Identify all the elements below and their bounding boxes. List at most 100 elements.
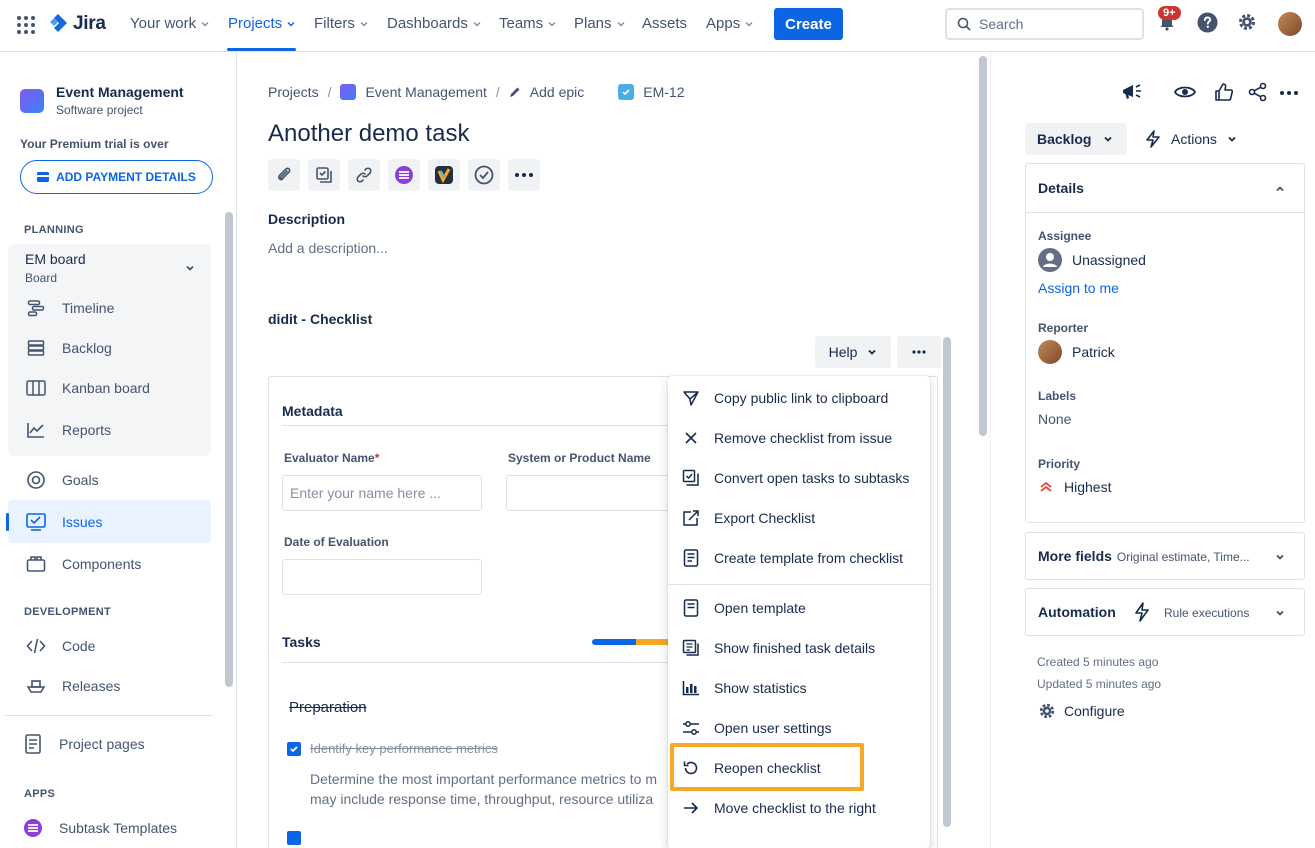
menu-open-user-settings[interactable]: Open user settings	[668, 708, 930, 748]
details-heading[interactable]: Details	[1038, 180, 1084, 196]
like-thumbs-up-icon[interactable]	[1214, 82, 1234, 102]
sidebar-item-project-pages[interactable]: Project pages	[22, 732, 145, 756]
task-title[interactable]: Identify key performance metrics	[310, 741, 498, 756]
checklist-button[interactable]	[468, 159, 500, 191]
nav-apps[interactable]: Apps	[706, 15, 754, 32]
reporter-avatar	[1038, 340, 1062, 364]
menu-convert-subtasks[interactable]: Convert open tasks to subtasks	[668, 458, 930, 498]
priority-highest-icon	[1040, 481, 1052, 492]
sidebar-item-label: Backlog	[62, 340, 112, 356]
automation-label: Automation	[1038, 604, 1116, 620]
nav-your-work[interactable]: Your work	[130, 15, 210, 32]
link-issue-button[interactable]	[348, 159, 380, 191]
menu-copy-public-link[interactable]: Copy public link to clipboard	[668, 378, 930, 418]
task-checkbox[interactable]	[287, 831, 301, 845]
board-title[interactable]: EM board	[25, 251, 86, 267]
more-dots-icon[interactable]	[1280, 91, 1298, 95]
checklist-scrollbar[interactable]	[943, 337, 951, 827]
search-input[interactable]: Search	[945, 8, 1144, 40]
subtask-templates-button[interactable]	[388, 159, 420, 191]
add-child-issue-button[interactable]	[308, 159, 340, 191]
sidebar-item-subtask-templates[interactable]: Subtask Templates	[22, 816, 177, 840]
assignee-value: Unassigned	[1072, 252, 1146, 268]
didit-app-button[interactable]	[428, 159, 460, 191]
labels-value[interactable]: None	[1038, 411, 1071, 427]
sidebar-item-backlog[interactable]: Backlog	[25, 336, 112, 360]
reporter-value: Patrick	[1072, 344, 1115, 360]
more-actions-button[interactable]	[508, 159, 540, 191]
help-icon[interactable]	[1197, 12, 1218, 33]
automation-card[interactable]: Automation Rule executions	[1025, 588, 1305, 636]
chevron-down-icon	[287, 21, 295, 27]
project-header[interactable]: Event Management Software project	[20, 84, 184, 117]
nav-assets[interactable]: Assets	[642, 15, 687, 32]
chevron-down-icon	[1274, 551, 1286, 563]
sidebar-item-issues[interactable]: Issues	[25, 510, 102, 534]
highlight-box	[670, 743, 864, 791]
sidebar-scrollbar[interactable]	[225, 212, 233, 687]
breadcrumb-add-epic[interactable]: Add epic	[530, 84, 584, 100]
sidebar-item-components[interactable]: Components	[25, 552, 141, 576]
sidebar-item-reports[interactable]: Reports	[25, 418, 111, 442]
section-preparation[interactable]: Preparation	[289, 699, 367, 716]
main-scrollbar[interactable]	[979, 56, 987, 436]
more-fields-sub: Original estimate, Time...	[1116, 550, 1250, 564]
evaluator-name-input[interactable]: Enter your name here ...	[282, 475, 482, 511]
menu-open-template[interactable]: Open template	[668, 588, 930, 628]
breadcrumb-projects[interactable]: Projects	[268, 84, 319, 100]
menu-move-checklist-right[interactable]: Move checklist to the right	[668, 788, 930, 828]
statistics-icon	[682, 679, 700, 697]
create-button[interactable]: Create	[774, 8, 843, 40]
help-dropdown-button[interactable]: Help	[815, 336, 891, 368]
sidebar-item-releases[interactable]: Releases	[25, 674, 120, 698]
app-switcher-icon[interactable]	[16, 15, 36, 35]
date-input[interactable]	[282, 559, 482, 595]
menu-create-template[interactable]: Create template from checklist	[668, 538, 930, 578]
sidebar-item-goals[interactable]: Goals	[25, 468, 99, 492]
configure-button[interactable]: Configure	[1038, 702, 1125, 720]
sidebar-item-kanban-board[interactable]: Kanban board	[25, 376, 150, 400]
sidebar-item-timeline[interactable]: Timeline	[25, 296, 114, 320]
watch-eye-icon[interactable]	[1174, 84, 1196, 100]
attach-button[interactable]	[268, 159, 300, 191]
assign-to-me-link[interactable]: Assign to me	[1038, 280, 1119, 296]
feedback-megaphone-icon[interactable]	[1121, 82, 1143, 102]
breadcrumb-issue-key[interactable]: EM-12	[643, 84, 684, 100]
task-checkbox[interactable]	[287, 742, 301, 756]
menu-show-finished-details[interactable]: Show finished task details	[668, 628, 930, 668]
issue-title[interactable]: Another demo task	[268, 120, 469, 148]
chevron-down-icon	[548, 21, 556, 27]
menu-show-statistics[interactable]: Show statistics	[668, 668, 930, 708]
menu-remove-checklist[interactable]: Remove checklist from issue	[668, 418, 930, 458]
jira-logo[interactable]: Jira	[48, 13, 106, 35]
nav-projects[interactable]: Projects	[228, 15, 296, 32]
description-placeholder[interactable]: Add a description...	[268, 240, 388, 256]
menu-export-checklist[interactable]: Export Checklist	[668, 498, 930, 538]
nav-plans[interactable]: Plans	[574, 15, 626, 32]
assignee-field[interactable]: Unassigned	[1038, 248, 1146, 272]
share-icon[interactable]	[1248, 82, 1268, 102]
checklist-more-button[interactable]	[897, 336, 941, 368]
add-payment-details-button[interactable]: ADD PAYMENT DETAILS	[20, 160, 213, 194]
more-fields-card[interactable]: More fields Original estimate, Time...	[1025, 532, 1305, 580]
sidebar-item-code[interactable]: Code	[25, 634, 95, 658]
breadcrumb-project[interactable]: Event Management	[365, 84, 486, 100]
tasks-heading: Tasks	[282, 634, 321, 650]
chevron-down-icon[interactable]	[184, 262, 196, 274]
nav-filters[interactable]: Filters	[314, 15, 369, 32]
nav-dashboards[interactable]: Dashboards	[387, 15, 482, 32]
chevron-up-icon[interactable]	[1274, 183, 1286, 195]
active-nav-indicator	[227, 48, 296, 51]
actions-dropdown[interactable]: Actions	[1145, 123, 1237, 155]
check-circle-icon	[474, 165, 494, 185]
status-dropdown[interactable]: Backlog	[1025, 123, 1127, 155]
more-fields-header: More fields Original estimate, Time...	[1038, 548, 1250, 564]
settings-gear-icon[interactable]	[1237, 12, 1257, 32]
evaluator-label: Evaluator Name*	[284, 451, 379, 465]
priority-field[interactable]: Highest	[1038, 479, 1111, 495]
sidebar-item-label: Reports	[62, 422, 112, 438]
nav-label: Your work	[130, 15, 197, 32]
nav-teams[interactable]: Teams	[499, 15, 557, 32]
user-avatar[interactable]	[1278, 12, 1302, 36]
reporter-field[interactable]: Patrick	[1038, 340, 1115, 364]
